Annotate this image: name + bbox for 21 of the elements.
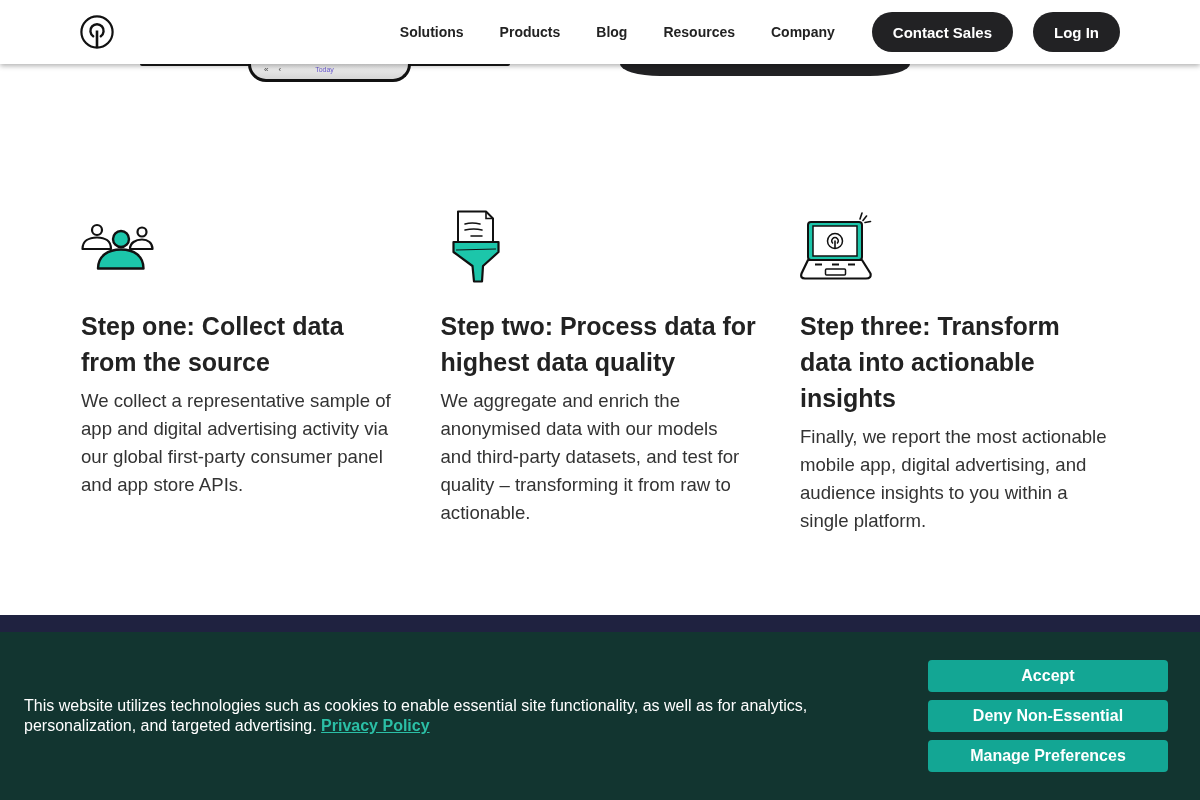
step-description: We collect a representative sample of app and digital advertising activity via our global first-party consumer panel and app store APIs. [81,389,392,497]
header-button[interactable]: Log In [1033,12,1120,52]
nav-link[interactable]: Blog [596,24,628,40]
step-heading: Step two: Process data for highest data quality [440,311,757,378]
step-description: We aggregate and enrich the anonymised data with our models and third-party datasets, and test for quality – transforming it from raw to actionable. [440,389,741,525]
nav-link[interactable]: Products [499,24,561,40]
nav-link[interactable]: Solutions [399,24,464,40]
nav-link[interactable]: Company [771,24,835,40]
privacy-policy-link[interactable]: Privacy Policy [321,717,430,734]
funnel-icon [451,209,500,283]
people-icon [81,222,154,270]
step-heading: Step three: Transform data into actionable insights [800,311,1061,414]
header-button[interactable]: Contact Sales [871,12,1013,52]
phone-nav-label: ‹ [278,65,282,74]
cookie-notice-text: This website utilizes technologies such as cookies to enable essential site functionality, as well as for analytics, personalization, and targeted advertising. Privacy Policy [24,696,809,736]
phone-nav-label: « [264,65,269,74]
nav-link[interactable]: Resources [663,24,735,40]
logo-icon[interactable] [80,15,114,49]
step-description: Finally, we report the most actionable mobile app, digital advertising, and audience insights to you within a single platform. [800,425,1108,533]
laptop-icon [800,212,872,280]
step-heading: Step one: Collect data from the source [81,311,345,378]
